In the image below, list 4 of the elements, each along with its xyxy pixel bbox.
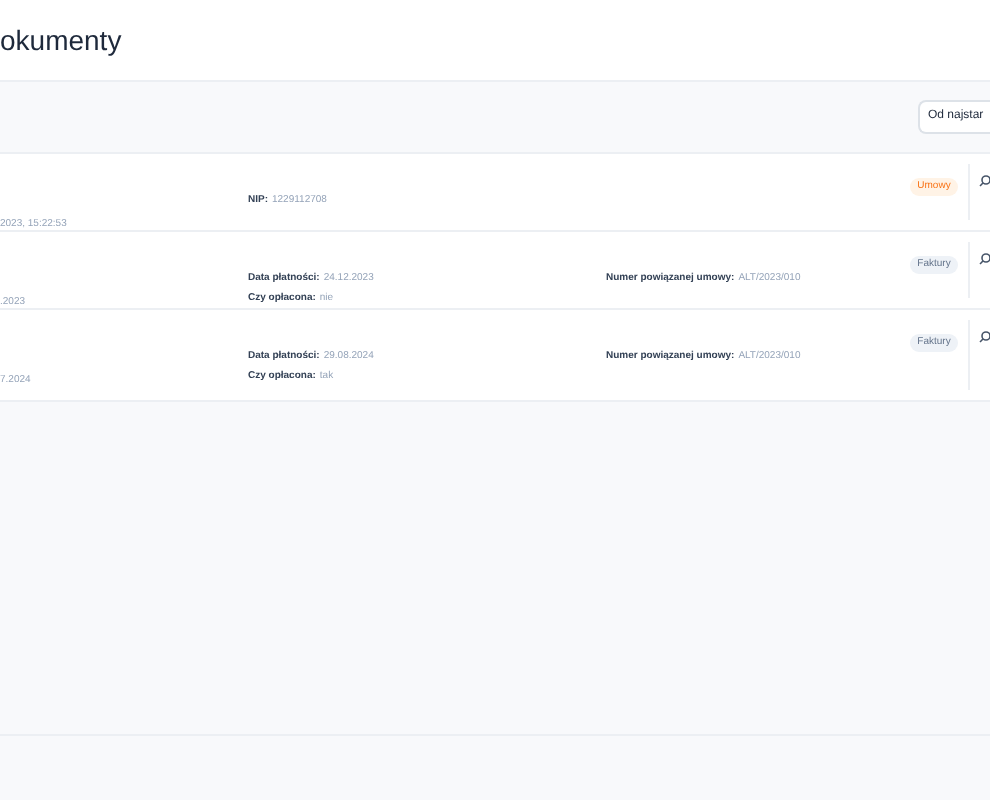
page-title: okumenty xyxy=(0,21,122,60)
search-icon[interactable] xyxy=(978,252,990,266)
search-icon[interactable] xyxy=(978,330,990,344)
search-icon[interactable] xyxy=(978,174,990,188)
